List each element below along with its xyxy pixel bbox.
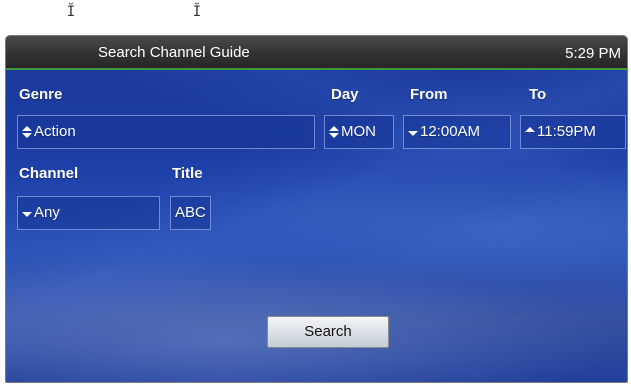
up-down-arrows-icon (22, 126, 32, 138)
day-selector[interactable]: MON (324, 115, 394, 149)
clock: 5:29 PM (565, 45, 621, 62)
to-label: To (529, 86, 547, 103)
day-label: Day (331, 86, 359, 103)
channel-value: Any (34, 204, 60, 221)
text-cursor-icon: Ĭ (66, 4, 76, 20)
channel-selector[interactable]: Any (17, 196, 160, 230)
to-time-selector[interactable]: 11:59PM (520, 115, 626, 149)
genre-label: Genre (19, 86, 63, 103)
down-arrow-icon (22, 207, 32, 219)
title-label: Title (172, 165, 203, 182)
day-value: MON (341, 123, 376, 140)
up-arrow-icon (525, 126, 535, 138)
panel-title: Search Channel Guide (98, 44, 250, 61)
from-time-value: 12:00AM (420, 123, 481, 140)
genre-value: Action (34, 123, 76, 140)
from-time-selector[interactable]: 12:00AM (403, 115, 511, 149)
search-channel-guide-panel: Search Channel Guide 5:29 PM Genre Day F… (5, 35, 628, 383)
title-input[interactable]: ABC (170, 196, 211, 230)
screen: Ĭ Ĭ Search Channel Guide 5:29 PM Genre D… (0, 0, 631, 385)
title-bar: Search Channel Guide 5:29 PM (6, 36, 627, 70)
genre-selector[interactable]: Action (17, 115, 315, 149)
down-arrow-icon (408, 126, 418, 138)
up-down-arrows-icon (329, 126, 339, 138)
from-label: From (410, 86, 448, 103)
to-time-value: 11:59PM (537, 123, 596, 140)
text-cursor-icon: Ĭ (192, 4, 202, 20)
channel-label: Channel (19, 165, 79, 182)
search-button[interactable]: Search (267, 316, 389, 348)
title-value: ABC (175, 204, 206, 221)
